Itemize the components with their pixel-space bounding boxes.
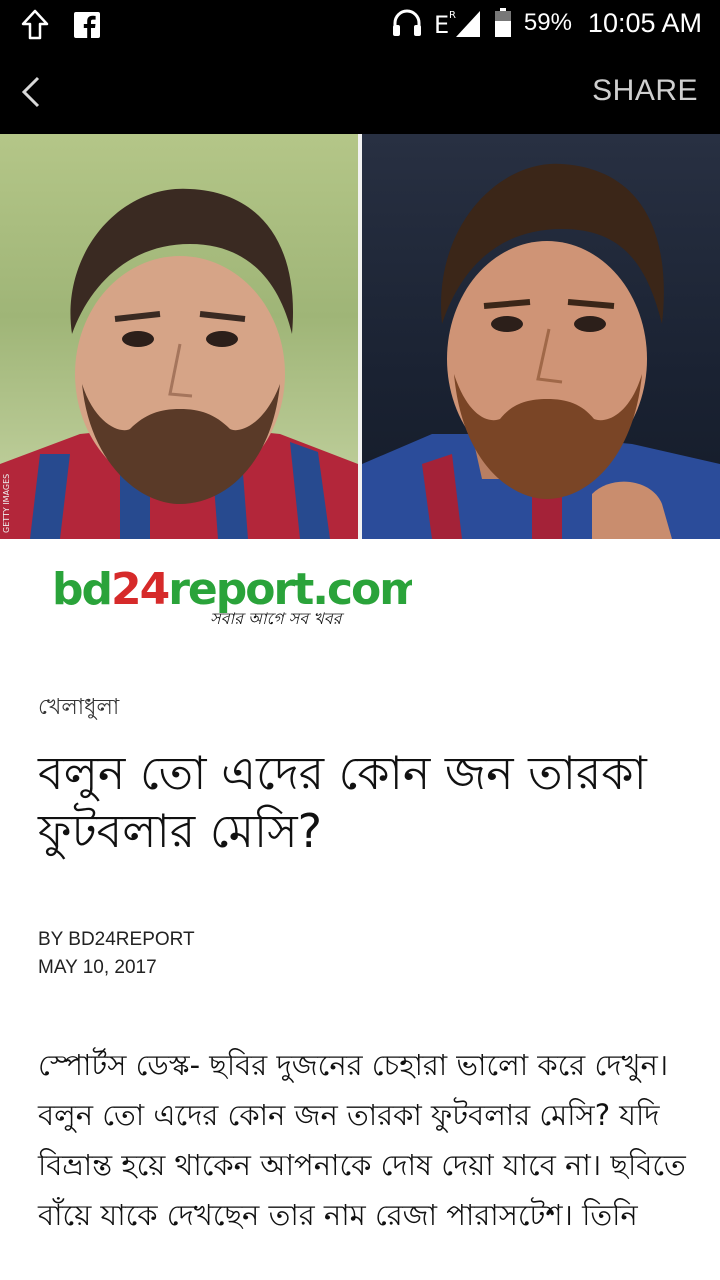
- svg-text:সবার আগে সব খবর: সবার আগে সব খবর: [210, 609, 345, 628]
- back-button[interactable]: [14, 70, 54, 114]
- bd24report-logo: bd24report.com সবার আগে সব খবর: [52, 560, 425, 630]
- photo-credit: GETTY IMAGES: [2, 473, 11, 533]
- battery-percent: 59%: [523, 9, 572, 36]
- battery-icon: [492, 6, 514, 40]
- facebook-icon: [70, 8, 104, 42]
- article-hero-image: GETTY IMAGES: [0, 134, 720, 539]
- hero-left-photo: GETTY IMAGES: [0, 134, 358, 539]
- clock: 10:05 AM: [587, 7, 702, 38]
- article-headline: বলুন তো এদের কোন জন তারকা ফুটবলার মেসি?: [38, 746, 647, 858]
- upload-icon: [18, 8, 52, 42]
- app-bar: SHARE: [0, 50, 720, 134]
- svg-text:R: R: [449, 10, 456, 21]
- signal-icon: ER: [434, 6, 482, 40]
- svg-text:bd24report.com: bd24report.com: [52, 564, 412, 615]
- status-bar: ER 59% 10:05 AM: [0, 0, 720, 50]
- share-button[interactable]: SHARE: [592, 74, 698, 108]
- headset-icon: [390, 6, 424, 40]
- chevron-left-icon: [21, 76, 40, 108]
- article-body: স্পোর্টস ডেস্ক- ছবির দুজনের চেহারা ভালো …: [38, 1048, 686, 1232]
- article-category: খেলাধুলা: [38, 695, 120, 720]
- svg-text:E: E: [434, 11, 449, 39]
- article-date: MAY 10, 2017: [38, 957, 157, 978]
- hero-right-photo: [362, 134, 720, 539]
- article-byline: BY BD24REPORT: [38, 929, 195, 950]
